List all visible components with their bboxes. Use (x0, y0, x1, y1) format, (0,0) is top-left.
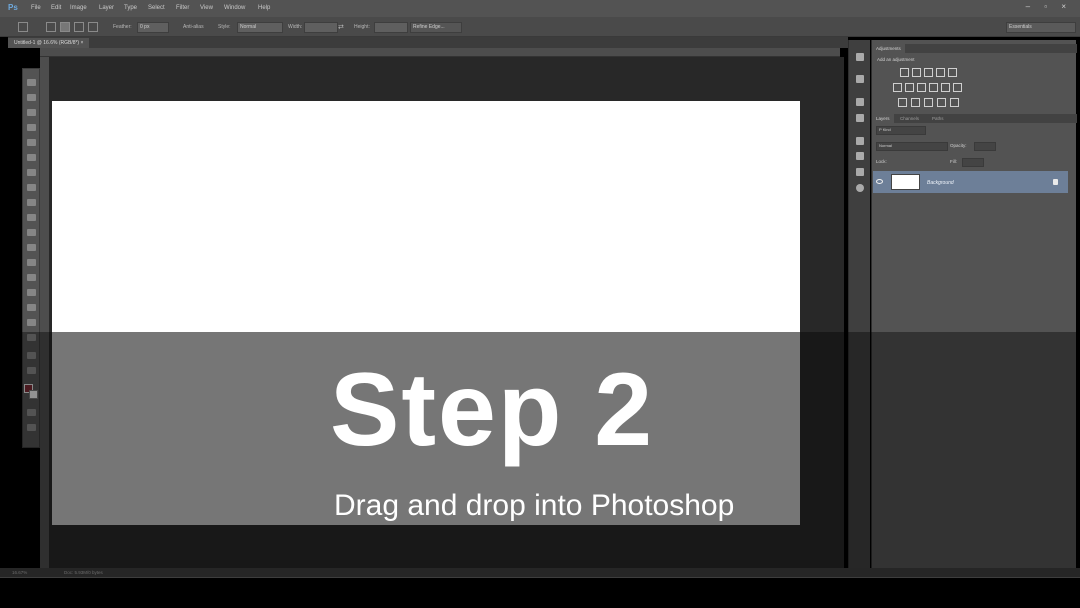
width-input[interactable] (304, 22, 338, 33)
marquee-tool-icon[interactable] (18, 22, 28, 32)
lasso-tool-icon[interactable] (27, 109, 36, 116)
crop-tool-icon[interactable] (27, 139, 36, 146)
menu-filter[interactable]: Filter (176, 5, 189, 11)
healing-brush-tool-icon[interactable] (27, 169, 36, 176)
gradient-map-icon[interactable] (937, 98, 946, 107)
menu-edit[interactable]: Edit (51, 5, 61, 11)
curves-icon[interactable] (924, 68, 933, 77)
document-tab-bar (8, 37, 848, 48)
subtract-selection-icon[interactable] (74, 22, 84, 32)
marquee-tool-icon[interactable] (27, 94, 36, 101)
gradient-tool-icon[interactable] (27, 244, 36, 251)
history-icon[interactable] (856, 53, 864, 61)
new-selection-icon[interactable] (46, 22, 56, 32)
menu-view[interactable]: View (200, 5, 213, 11)
path-selection-tool-icon[interactable] (27, 319, 36, 326)
opacity-label: Opacity: (950, 143, 967, 148)
menu-layer[interactable]: Layer (99, 5, 114, 11)
height-label: Height: (354, 24, 370, 30)
letterbox-bar (0, 578, 1080, 608)
black-white-icon[interactable] (917, 83, 926, 92)
intersect-selection-icon[interactable] (88, 22, 98, 32)
width-label: Width: (288, 24, 303, 30)
menu-type[interactable]: Type (124, 5, 137, 11)
refine-edge-button[interactable]: Refine Edge... (410, 22, 462, 33)
quick-selection-tool-icon[interactable] (27, 124, 36, 131)
layer-name[interactable]: Background (927, 180, 954, 186)
photoshop-logo: Ps (8, 3, 18, 12)
hue-saturation-icon[interactable] (893, 83, 902, 92)
brush-panel-icon[interactable] (856, 98, 864, 106)
threshold-icon[interactable] (924, 98, 933, 107)
horizontal-ruler (40, 48, 840, 57)
posterize-icon[interactable] (911, 98, 920, 107)
color-balance-icon[interactable] (905, 83, 914, 92)
brush-tool-icon[interactable] (27, 184, 36, 191)
workspace-select[interactable]: Essentials (1006, 22, 1076, 33)
channel-mixer-icon[interactable] (941, 83, 950, 92)
eye-icon[interactable] (876, 179, 883, 184)
menu-select[interactable]: Select (148, 5, 165, 11)
eyedropper-tool-icon[interactable] (27, 154, 36, 161)
opacity-input[interactable] (974, 142, 996, 151)
tab-paths[interactable]: Paths (928, 114, 948, 123)
layer-kind-filter[interactable]: P Kind (876, 126, 926, 135)
brightness-contrast-icon[interactable] (900, 68, 909, 77)
properties-icon[interactable] (856, 75, 864, 83)
step-title: Step 2 (330, 352, 655, 468)
tab-adjustments[interactable]: Adjustments (872, 44, 905, 53)
invert-icon[interactable] (898, 98, 907, 107)
lock-label: Lock: (876, 159, 887, 164)
menu-window[interactable]: Window (224, 5, 245, 11)
move-tool-icon[interactable] (27, 79, 36, 86)
adjustments-tab-row: Adjustments (872, 44, 1077, 53)
anti-alias-checkbox[interactable]: Anti-alias (183, 24, 204, 30)
pen-tool-icon[interactable] (27, 289, 36, 296)
height-input[interactable] (374, 22, 408, 33)
style-select[interactable]: Normal (237, 22, 283, 33)
swap-icon[interactable]: ⇄ (338, 23, 344, 31)
feather-label: Feather: (113, 24, 132, 30)
clone-stamp-tool-icon[interactable] (27, 199, 36, 206)
add-adjustment-label: Add an adjustment (877, 57, 915, 62)
blur-tool-icon[interactable] (27, 259, 36, 266)
type-tool-icon[interactable] (27, 304, 36, 311)
style-label: Style: (218, 24, 231, 30)
blend-mode-select[interactable]: Normal (876, 142, 948, 151)
brush-presets-icon[interactable] (856, 114, 864, 122)
color-lookup-icon[interactable] (953, 83, 962, 92)
vibrance-icon[interactable] (948, 68, 957, 77)
menu-image[interactable]: Image (70, 5, 87, 11)
menu-help[interactable]: Help (258, 5, 270, 11)
exposure-icon[interactable] (936, 68, 945, 77)
tool-presets-icon[interactable] (856, 168, 864, 176)
lock-icon (1053, 179, 1058, 185)
selective-color-icon[interactable] (950, 98, 959, 107)
photo-filter-icon[interactable] (929, 83, 938, 92)
dodge-tool-icon[interactable] (27, 274, 36, 281)
fill-label: Fill: (950, 159, 957, 164)
eraser-tool-icon[interactable] (27, 229, 36, 236)
layer-thumbnail (891, 174, 920, 190)
tab-channels[interactable]: Channels (896, 114, 923, 123)
paragraph-icon[interactable] (856, 152, 864, 160)
document-tab[interactable]: Untitled-1 @ 16.6% (RGB/8*) × (8, 38, 90, 48)
character-icon[interactable] (856, 137, 864, 145)
layers-tab-row: Layers Channels Paths (872, 114, 1077, 123)
window-controls[interactable]: – ▫ × (1026, 2, 1072, 11)
add-selection-icon[interactable] (60, 22, 70, 32)
levels-icon[interactable] (912, 68, 921, 77)
history-brush-tool-icon[interactable] (27, 214, 36, 221)
tab-layers[interactable]: Layers (872, 114, 894, 123)
feather-input[interactable]: 0 px (137, 22, 169, 33)
info-icon[interactable] (856, 184, 864, 192)
step-subtitle: Drag and drop into Photoshop (334, 489, 735, 522)
menu-file[interactable]: File (31, 5, 41, 11)
fill-input[interactable] (962, 158, 984, 167)
